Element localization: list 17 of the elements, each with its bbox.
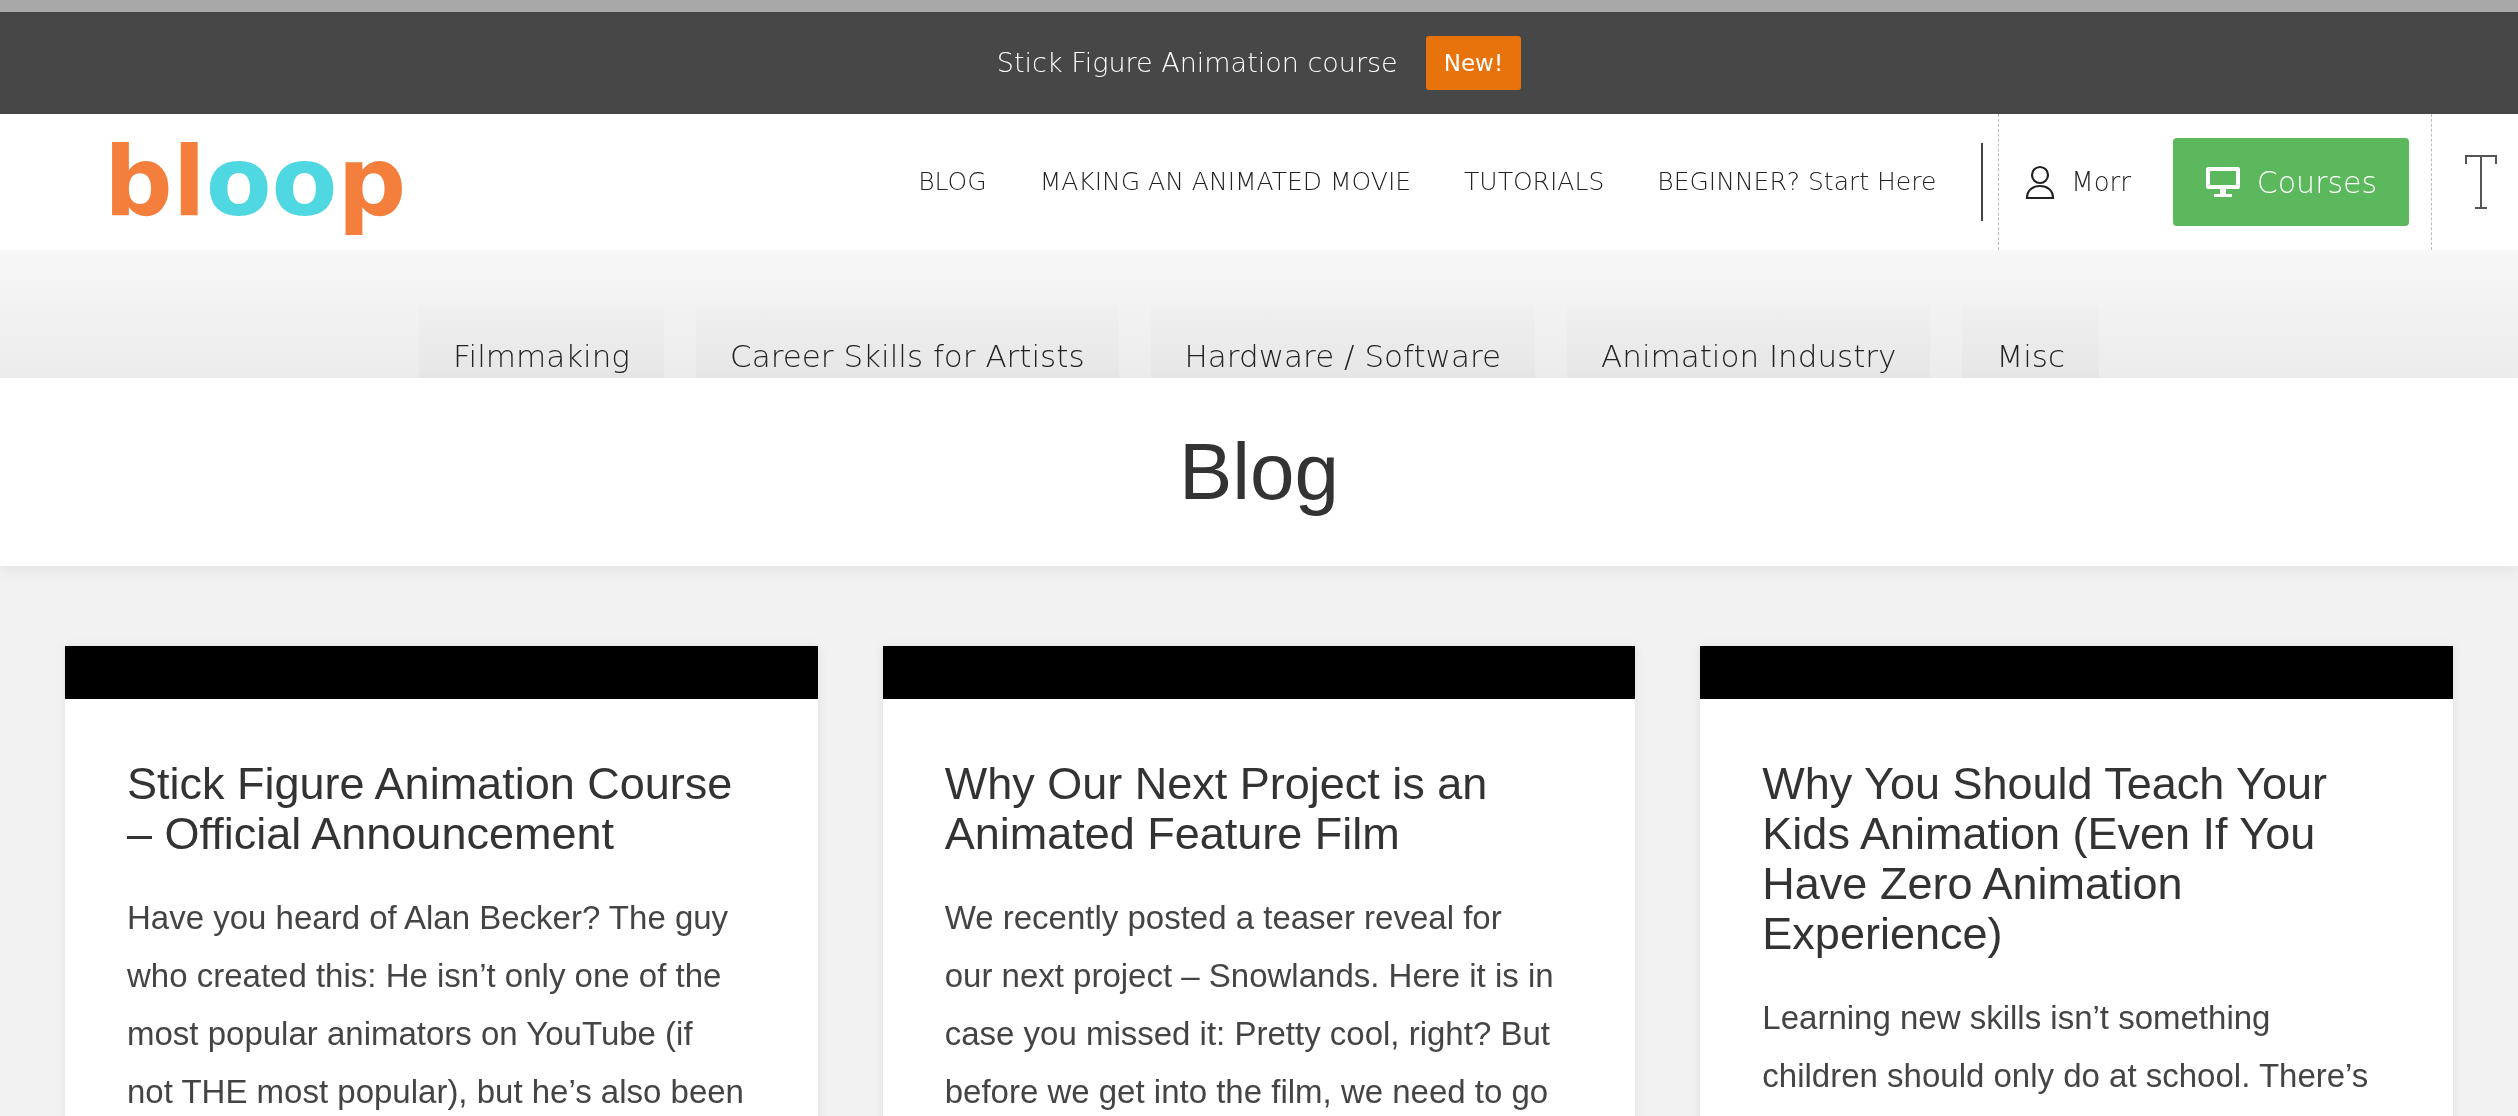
- user-icon: [2025, 165, 2056, 199]
- post-excerpt: Have you heard of Alan Becker? The guy who created this: He isn’t only one of the most popular animators on YouTube (if not THE most popular), but he’s also been: [127, 898, 745, 1112]
- monitor-icon: [2204, 166, 2241, 198]
- new-badge: New!: [1425, 35, 1522, 91]
- text-icon[interactable]: [2464, 154, 2498, 210]
- post-title[interactable]: Stick Figure Animation Course – Official Announcement: [127, 759, 756, 859]
- nav-link[interactable]: TUTORIALS: [1464, 163, 1605, 201]
- nav-link[interactable]: MAKING AN ANIMATED MOVIE: [1039, 163, 1412, 201]
- account-link[interactable]: Morr: [2025, 162, 2131, 202]
- nav-link[interactable]: BEGINNER? Start Here: [1657, 163, 1937, 201]
- post-excerpt: Learning new skills isn’t something children should only do at school. There’s: [1762, 998, 2370, 1096]
- post-title[interactable]: Why You Should Teach Your Kids Animation (Even If You Have Zero Animation Experience): [1762, 759, 2391, 959]
- page-title: Blog: [1178, 426, 1340, 518]
- post-excerpt: We recently posted a teaser reveal for our next project – Snowlands. Here it is in case you missed it: Pretty cool, right? But before we get into the film, we need to go: [944, 898, 1555, 1112]
- announcement-text: Stick Figure Animation course: [996, 45, 1398, 80]
- nav-link[interactable]: BLOG: [918, 163, 987, 201]
- post-title[interactable]: Why Our Next Project is an Animated Feature Film: [944, 759, 1574, 859]
